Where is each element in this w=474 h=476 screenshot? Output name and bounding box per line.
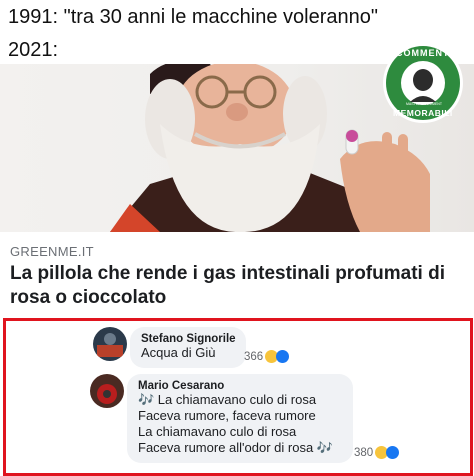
comment-bubble: Stefano Signorile Acqua di Giù <box>130 327 246 368</box>
article-source: GREENME.IT <box>10 244 94 259</box>
logo-top-text: COMMENTI <box>396 48 453 58</box>
meme-caption-1991: 1991: "tra 30 anni le macchine voleranno… <box>8 6 378 28</box>
comment-author[interactable]: Stefano Signorile <box>141 333 236 345</box>
like-icon <box>276 350 290 363</box>
logo-bottom-text: MEMORABILI <box>393 108 453 118</box>
avatar-photo-icon <box>90 374 124 408</box>
comment-author[interactable]: Mario Cesarano <box>138 380 343 392</box>
comment-text: Acqua di Giù <box>141 345 216 360</box>
article-headline[interactable]: La pillola che rende i gas intestinali p… <box>10 262 466 310</box>
logo-small-text: MASTERS COMMENT <box>406 102 442 106</box>
meme-caption-2021: 2021: <box>8 39 59 61</box>
avatar[interactable] <box>90 374 124 408</box>
comment-text-line: La chiamavano culo di rosa <box>138 424 297 439</box>
comments-section: Stefano Signorile Acqua di Giù 366 Mario… <box>3 318 473 476</box>
reaction-summary[interactable]: 380 <box>354 446 400 459</box>
comment-bubble: Mario Cesarano 🎶 La chiamavano culo di r… <box>127 374 353 463</box>
avatar-photo-icon <box>93 327 127 361</box>
commenti-memorabili-logo: COMMENTI MEMORABILI MASTERS COMMENT <box>382 42 464 124</box>
link-preview[interactable]: GREENME.IT La pillola che rende i gas in… <box>0 232 474 317</box>
comment-text-line: Faceva rumore, faceva rumore <box>138 408 316 423</box>
comment-text-line: Faceva rumore all'odor di rosa 🎶 <box>138 440 333 455</box>
reaction-count: 380 <box>354 446 374 459</box>
reaction-count: 366 <box>244 350 264 363</box>
comment-text-line: 🎶 La chiamavano culo di rosa <box>138 392 317 407</box>
like-icon <box>386 446 400 459</box>
reaction-summary[interactable]: 366 <box>244 350 290 363</box>
avatar[interactable] <box>93 327 127 361</box>
